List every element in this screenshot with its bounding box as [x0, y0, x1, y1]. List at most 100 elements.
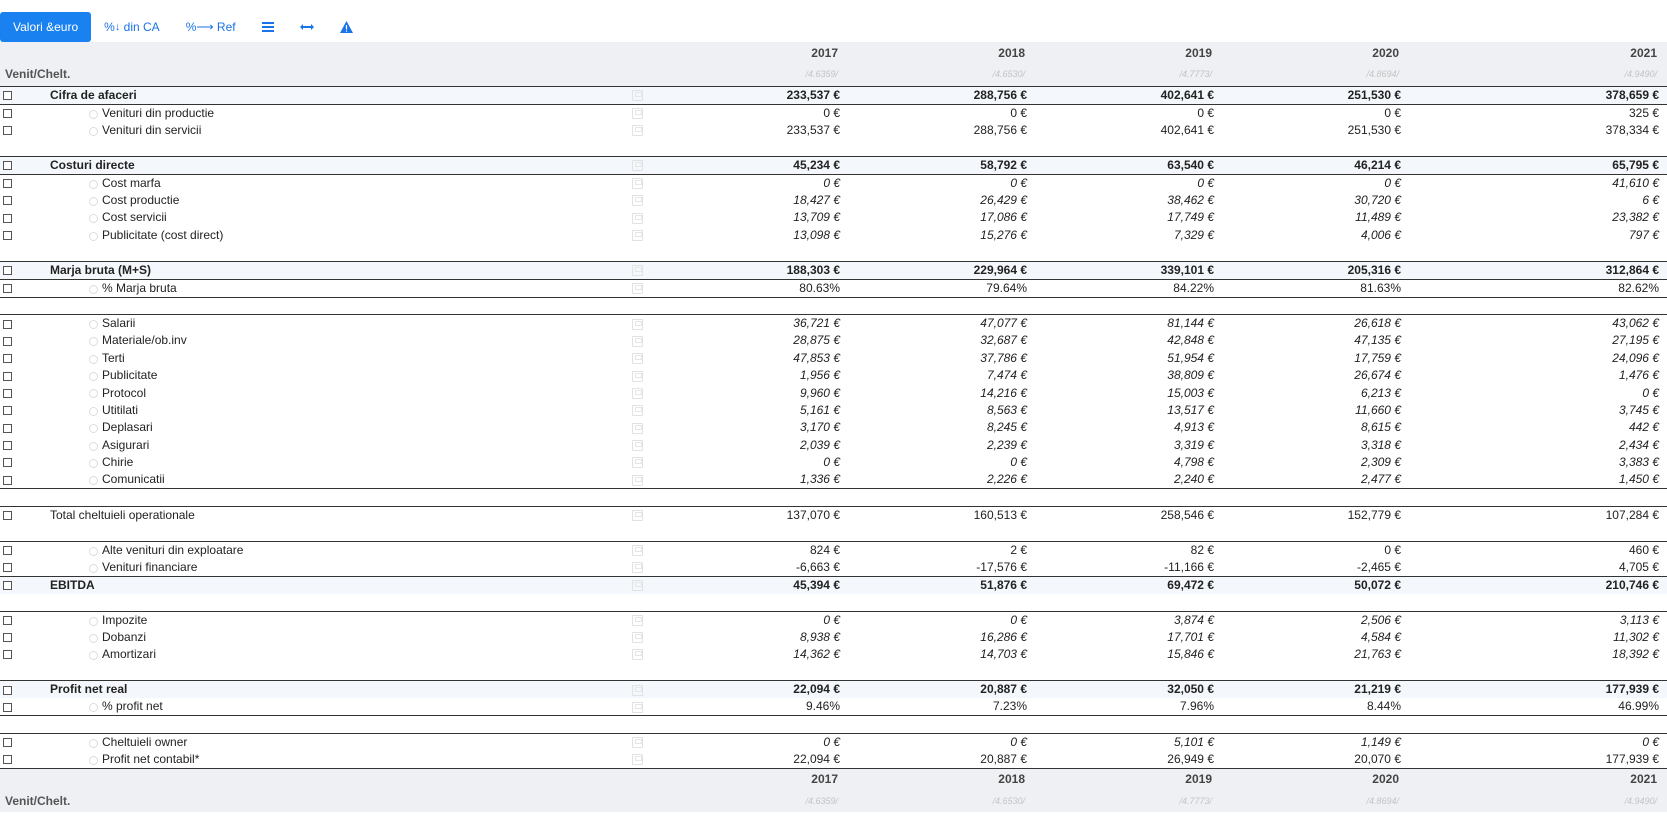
save-icon[interactable] — [632, 614, 643, 626]
row-checkbox[interactable] — [3, 161, 12, 171]
save-icon[interactable] — [632, 370, 643, 382]
value-cell: 51,876 € — [848, 575, 1035, 594]
table-row: Venituri financiare -6,663 € -17,576 € -11,… — [0, 559, 1667, 577]
value-cell: 26,949 € — [1035, 750, 1222, 769]
row-checkbox[interactable] — [3, 266, 12, 276]
save-icon[interactable] — [632, 160, 643, 172]
value-cell: -6,663 € — [795, 559, 840, 574]
row-checkbox[interactable] — [3, 371, 12, 381]
save-icon[interactable] — [632, 125, 643, 137]
row-checkbox[interactable] — [3, 179, 12, 189]
row-checkbox[interactable] — [3, 615, 12, 625]
row-label: Asigurari — [102, 437, 150, 452]
row-label: Protocol — [102, 385, 147, 400]
values-euro-tab[interactable]: Valori &euro — [0, 12, 92, 42]
save-icon[interactable] — [632, 335, 643, 347]
value-cell: 36,721 € — [690, 314, 848, 333]
value-cell: 2,309 € — [1360, 455, 1401, 470]
row-checkbox[interactable] — [3, 580, 12, 590]
value-cell: 3,874 € — [1035, 610, 1222, 629]
save-icon[interactable] — [632, 510, 643, 522]
save-icon[interactable] — [632, 178, 643, 190]
row-checkbox[interactable] — [3, 388, 12, 398]
row-checkbox[interactable] — [3, 336, 12, 346]
save-icon[interactable] — [632, 89, 643, 101]
save-icon[interactable] — [632, 684, 643, 696]
value-cell: 288,756 € — [848, 85, 1035, 105]
warnings-button[interactable] — [327, 12, 366, 42]
list-view-button[interactable] — [249, 12, 287, 42]
row-checkbox[interactable] — [3, 475, 12, 485]
table-row: Amortizari 14,362 € 14,703 € 15,846 € 21,763… — [0, 646, 1667, 663]
save-icon[interactable] — [632, 405, 643, 417]
save-icon[interactable] — [632, 353, 643, 365]
percent-ref-tab[interactable]: % ⟶ Ref — [173, 12, 249, 42]
row-checkbox[interactable] — [3, 511, 12, 521]
row-checkbox[interactable] — [3, 562, 12, 572]
row-checkbox[interactable] — [3, 441, 12, 451]
save-icon[interactable] — [632, 265, 643, 277]
row-checkbox[interactable] — [3, 423, 12, 433]
row-checkbox[interactable] — [3, 458, 12, 468]
save-icon[interactable] — [632, 474, 643, 486]
list-icon — [261, 22, 274, 32]
row-label: Comunicatii — [102, 472, 165, 487]
table-row: Cost servicii 13,709 € 17,086 € 17,749 € 11,… — [0, 209, 1667, 226]
save-icon[interactable] — [632, 387, 643, 399]
row-checkbox[interactable] — [3, 702, 12, 712]
save-icon[interactable] — [632, 440, 643, 452]
table-row: Profit net contabil* 22,094 €20,887 €26,9… — [0, 750, 1667, 769]
save-icon[interactable] — [632, 230, 643, 242]
row-checkbox[interactable] — [3, 231, 12, 241]
row-checkbox[interactable] — [3, 545, 12, 555]
value-cell: 43,062 € — [1409, 314, 1667, 333]
row-checkbox[interactable] — [3, 126, 12, 136]
save-icon[interactable] — [632, 561, 643, 573]
save-icon[interactable] — [632, 457, 643, 469]
table-row: Asigurari 2,039 € 2,239 € 3,319 € 3,318 € 2,4… — [0, 437, 1667, 454]
save-icon[interactable] — [632, 701, 643, 713]
expand-width-button[interactable] — [287, 12, 327, 42]
row-checkbox[interactable] — [3, 754, 12, 764]
value-cell: 251,530 € — [1222, 85, 1409, 105]
value-cell: 1,336 € — [690, 471, 848, 490]
value-cell: 80.63% — [690, 279, 848, 298]
value-cell: 41,610 € — [1612, 175, 1659, 190]
table-row: % Marja bruta 80.63% 79.64% 84.22% 81.63% 82.… — [0, 279, 1667, 298]
row-checkbox[interactable] — [3, 196, 12, 206]
row-checkbox[interactable] — [3, 90, 12, 100]
row-checkbox[interactable] — [3, 650, 12, 660]
save-icon[interactable] — [632, 212, 643, 224]
exchange-rate: /4.7773/ — [1035, 790, 1222, 813]
save-icon[interactable] — [632, 422, 643, 434]
row-checkbox[interactable] — [3, 354, 12, 364]
percent-of-revenue-tab[interactable]: % ↓ din CA — [91, 12, 173, 42]
spacer-row — [0, 244, 1667, 261]
row-checkbox[interactable] — [3, 406, 12, 416]
row-checkbox[interactable] — [3, 737, 12, 747]
row-checkbox[interactable] — [3, 685, 12, 695]
arrow-down-icon: ↓ — [114, 21, 121, 33]
value-cell: 20,070 € — [1222, 750, 1409, 769]
row-checkbox[interactable] — [3, 319, 12, 329]
save-icon[interactable] — [632, 753, 643, 765]
row-checkbox[interactable] — [3, 284, 12, 294]
bottom-fx-row: Venit/Chelt./4.6359//4.6530//4.7773//4.8… — [0, 790, 1667, 813]
save-icon[interactable] — [632, 544, 643, 556]
exchange-rate: /4.9490/ — [1409, 64, 1667, 86]
row-checkbox[interactable] — [3, 213, 12, 223]
row-label: Materiale/ob.inv — [102, 333, 187, 348]
value-cell: 0 € — [848, 732, 1035, 751]
row-checkbox[interactable] — [3, 108, 12, 118]
save-icon[interactable] — [632, 649, 643, 661]
table-row: Cost productie 18,427 € 26,429 € 38,462 € 30… — [0, 192, 1667, 209]
value-cell: 325 € — [1628, 105, 1659, 120]
save-icon[interactable] — [632, 736, 643, 748]
save-icon[interactable] — [632, 632, 643, 644]
save-icon[interactable] — [632, 283, 643, 295]
save-icon[interactable] — [632, 107, 643, 119]
row-checkbox[interactable] — [3, 633, 12, 643]
save-icon[interactable] — [632, 579, 643, 591]
save-icon[interactable] — [632, 195, 643, 207]
save-icon[interactable] — [632, 318, 643, 330]
